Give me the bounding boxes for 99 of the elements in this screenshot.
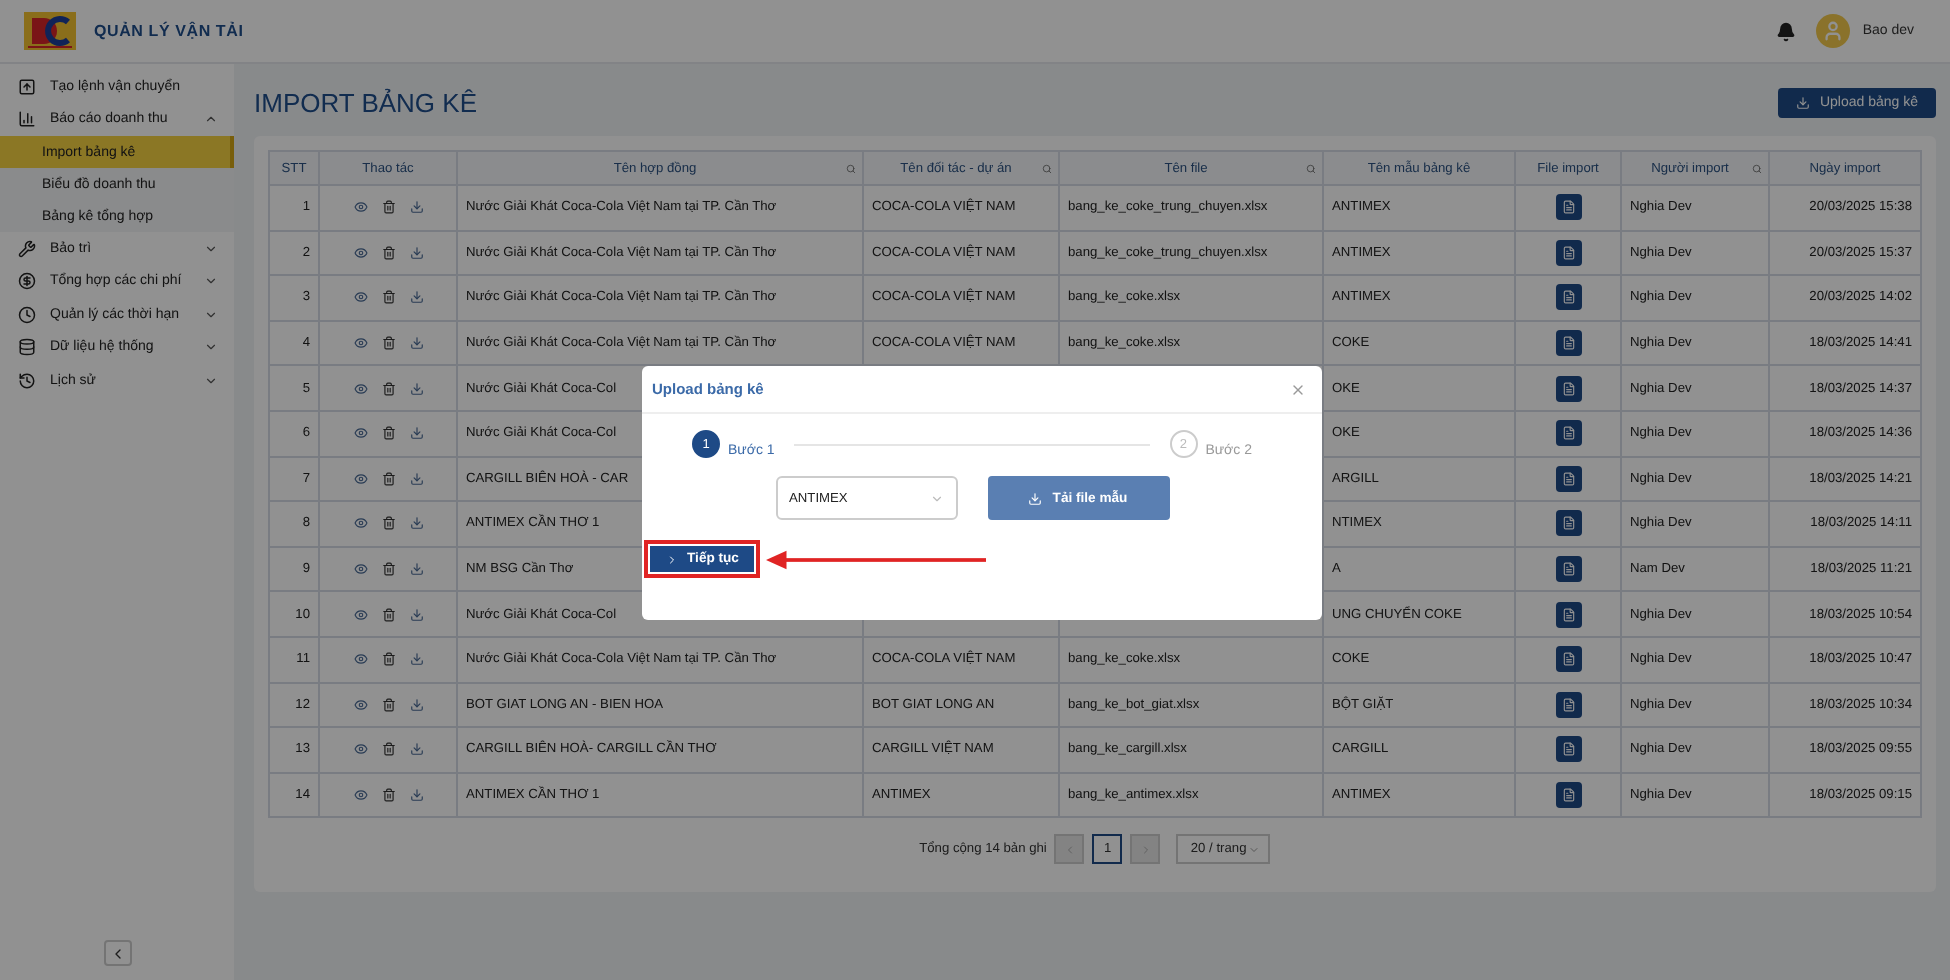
download-icon[interactable]	[409, 697, 423, 712]
file-button[interactable]	[1555, 691, 1581, 718]
bar-chart-icon	[18, 110, 36, 129]
page-title: IMPORT BẢNG KÊ	[254, 87, 477, 117]
delete-icon[interactable]	[381, 652, 395, 667]
file-button[interactable]	[1555, 284, 1581, 311]
file-button[interactable]	[1555, 465, 1581, 492]
file-icon	[1561, 788, 1575, 803]
chevron-down-icon	[204, 307, 218, 322]
view-icon[interactable]	[353, 652, 367, 667]
collapse-button[interactable]	[104, 940, 132, 966]
delete-icon[interactable]	[381, 516, 395, 531]
search-icon[interactable]	[1752, 163, 1762, 173]
file-button[interactable]	[1555, 601, 1581, 628]
wrench-icon	[18, 239, 36, 258]
delete-icon[interactable]	[381, 562, 395, 577]
file-button[interactable]	[1555, 194, 1581, 221]
download-icon[interactable]	[409, 788, 423, 803]
chevron-down-icon	[204, 274, 218, 289]
app-title: QUẢN LÝ VẬN TẢI	[94, 22, 244, 40]
delete-icon[interactable]	[381, 426, 395, 441]
file-button[interactable]	[1555, 510, 1581, 537]
close-icon[interactable]	[1290, 381, 1306, 397]
bell-icon[interactable]	[1776, 21, 1797, 41]
clock-icon	[18, 305, 36, 324]
view-icon[interactable]	[353, 426, 367, 441]
database-icon	[18, 338, 36, 357]
delete-icon[interactable]	[381, 471, 395, 486]
download-icon[interactable]	[409, 607, 423, 622]
file-button[interactable]	[1555, 782, 1581, 809]
file-icon	[1561, 336, 1575, 351]
delete-icon[interactable]	[381, 381, 395, 396]
view-icon[interactable]	[353, 200, 367, 215]
delete-icon[interactable]	[381, 290, 395, 305]
file-icon	[1561, 607, 1575, 622]
chevron-down-icon	[204, 340, 218, 355]
file-icon	[1561, 697, 1575, 712]
view-icon[interactable]	[353, 697, 367, 712]
delete-icon[interactable]	[381, 607, 395, 622]
chevron-down-icon	[204, 241, 218, 256]
download-icon[interactable]	[409, 742, 423, 757]
upload-square-icon	[18, 77, 36, 96]
file-icon	[1561, 562, 1575, 577]
view-icon[interactable]	[353, 742, 367, 757]
dollar-icon	[18, 272, 36, 291]
view-icon[interactable]	[353, 788, 367, 803]
logo-icon	[24, 12, 76, 50]
chevron-left-icon	[110, 945, 126, 961]
search-icon[interactable]	[1306, 163, 1316, 173]
file-icon	[1561, 290, 1575, 305]
delete-icon[interactable]	[381, 200, 395, 215]
file-button[interactable]	[1555, 330, 1581, 357]
file-icon	[1561, 652, 1575, 667]
file-icon	[1561, 516, 1575, 531]
download-icon[interactable]	[409, 245, 423, 260]
file-button[interactable]	[1555, 556, 1581, 583]
file-icon	[1561, 200, 1575, 215]
download-icon	[1795, 95, 1810, 109]
view-icon[interactable]	[353, 516, 367, 531]
history-icon	[18, 371, 36, 390]
download-icon[interactable]	[409, 652, 423, 667]
file-button[interactable]	[1555, 646, 1581, 673]
download-icon[interactable]	[409, 426, 423, 441]
file-icon	[1561, 381, 1575, 396]
chevron-right-icon	[665, 553, 678, 565]
chevron-down-icon	[929, 491, 943, 505]
download-icon[interactable]	[409, 336, 423, 351]
file-button[interactable]	[1555, 375, 1581, 402]
download-icon[interactable]	[409, 381, 423, 396]
file-button[interactable]	[1555, 239, 1581, 266]
file-button[interactable]	[1555, 420, 1581, 447]
delete-icon[interactable]	[381, 697, 395, 712]
download-icon[interactable]	[409, 516, 423, 531]
delete-icon[interactable]	[381, 788, 395, 803]
view-icon[interactable]	[353, 290, 367, 305]
chevron-down-icon	[204, 373, 218, 388]
download-icon[interactable]	[409, 562, 423, 577]
chevron-up-icon	[204, 112, 218, 127]
delete-icon[interactable]	[381, 336, 395, 351]
file-icon	[1561, 471, 1575, 486]
download-icon	[1028, 491, 1043, 505]
search-icon[interactable]	[1042, 163, 1052, 173]
download-icon[interactable]	[409, 200, 423, 215]
chevron-down-icon	[1248, 843, 1261, 856]
file-icon	[1561, 742, 1575, 757]
delete-icon[interactable]	[381, 742, 395, 757]
download-icon[interactable]	[409, 290, 423, 305]
view-icon[interactable]	[353, 381, 367, 396]
view-icon[interactable]	[353, 336, 367, 351]
file-icon	[1561, 245, 1575, 260]
view-icon[interactable]	[353, 471, 367, 486]
file-icon	[1561, 426, 1575, 441]
download-icon[interactable]	[409, 471, 423, 486]
view-icon[interactable]	[353, 245, 367, 260]
delete-icon[interactable]	[381, 245, 395, 260]
search-icon[interactable]	[846, 163, 856, 173]
view-icon[interactable]	[353, 562, 367, 577]
view-icon[interactable]	[353, 607, 367, 622]
file-button[interactable]	[1555, 736, 1581, 763]
